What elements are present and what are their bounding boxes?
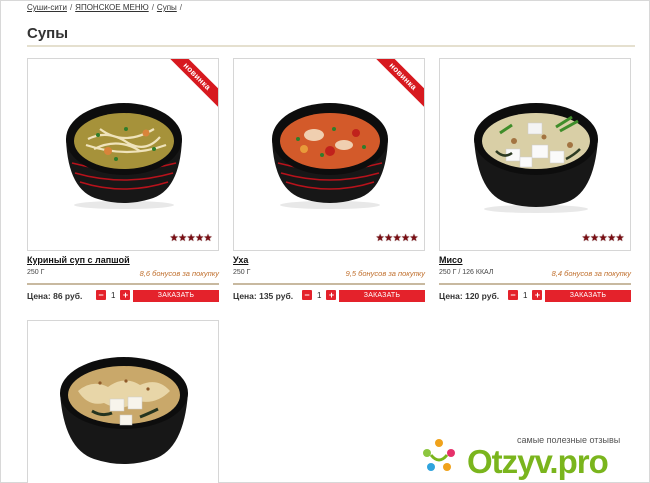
product-weight: 250 Г / 126 ККАЛ xyxy=(439,269,494,276)
quantity-stepper: − 1 + xyxy=(508,290,543,300)
breadcrumb-current-link[interactable]: Супы xyxy=(157,3,177,12)
quantity-stepper: − 1 + xyxy=(96,290,131,300)
otzyv-watermark: самые полезные отзывы Otzyv.pro xyxy=(419,429,650,483)
new-badge: новинка xyxy=(370,59,424,113)
qty-minus-button[interactable]: − xyxy=(302,290,312,300)
order-button[interactable]: ЗАКАЗАТЬ xyxy=(339,290,425,302)
product-card: новинка ★★★★★ Уха 250 Г 9,5 бонусов за п… xyxy=(233,58,425,302)
product-bonus: 9,5 бонусов за покупку xyxy=(345,269,425,278)
card-divider xyxy=(233,283,425,285)
product-bonus: 8,4 бонусов за покупку xyxy=(551,269,631,278)
product-card: ★★★★★ Мисо 250 Г / 126 ККАЛ 8,4 бонусов … xyxy=(439,58,631,302)
rating-stars[interactable]: ★★★★★ xyxy=(582,233,625,244)
qty-minus-button[interactable]: − xyxy=(96,290,106,300)
product-photo[interactable] xyxy=(27,320,219,483)
product-bonus: 8,6 бонусов за покупку xyxy=(139,269,219,278)
rating-stars[interactable]: ★★★★★ xyxy=(170,233,213,244)
otzyv-logo-icon xyxy=(423,439,455,471)
egg-soup-image xyxy=(60,357,188,464)
qty-plus-button[interactable]: + xyxy=(120,290,131,300)
order-button[interactable]: ЗАКАЗАТЬ xyxy=(133,290,219,302)
miso-soup-image xyxy=(474,103,598,213)
title-divider xyxy=(27,45,635,47)
breadcrumb-menu-link[interactable]: ЯПОНСКОЕ МЕНЮ xyxy=(75,3,149,12)
product-card xyxy=(27,320,219,483)
breadcrumb-separator: / xyxy=(179,3,183,12)
qty-value[interactable]: 1 xyxy=(111,291,115,300)
product-weight: 250 Г xyxy=(233,269,251,276)
watermark-brand: Otzyv.pro xyxy=(467,443,609,480)
qty-plus-button[interactable]: + xyxy=(326,290,337,300)
card-divider xyxy=(439,283,631,285)
qty-plus-button[interactable]: + xyxy=(532,290,543,300)
breadcrumb-separator: / xyxy=(69,3,73,12)
qty-value[interactable]: 1 xyxy=(523,291,527,300)
product-name-link[interactable]: Куриный суп с лапшой xyxy=(27,255,130,265)
new-badge: новинка xyxy=(164,59,218,113)
order-button[interactable]: ЗАКАЗАТЬ xyxy=(545,290,631,302)
product-photo[interactable]: новинка ★★★★★ xyxy=(233,58,425,251)
rating-stars[interactable]: ★★★★★ xyxy=(376,233,419,244)
quantity-stepper: − 1 + xyxy=(302,290,337,300)
qty-minus-button[interactable]: − xyxy=(508,290,518,300)
product-name-link[interactable]: Уха xyxy=(233,255,248,265)
new-badge-label: новинка xyxy=(370,59,424,110)
product-card: новинка ★★★★★ Куриный суп с лапшой 250 Г… xyxy=(27,58,219,302)
product-price: Цена: 86 руб. xyxy=(27,291,83,301)
page-title: Супы xyxy=(27,25,69,42)
card-divider xyxy=(27,283,219,285)
product-price: Цена: 135 руб. xyxy=(233,291,294,301)
product-price: Цена: 120 руб. xyxy=(439,291,500,301)
product-photo[interactable]: новинка ★★★★★ xyxy=(27,58,219,251)
product-name-link[interactable]: Мисо xyxy=(439,255,463,265)
page-frame: Суши-сити / ЯПОНСКОЕ МЕНЮ / Супы / Супы xyxy=(0,0,650,483)
qty-value[interactable]: 1 xyxy=(317,291,321,300)
breadcrumb-home-link[interactable]: Суши-сити xyxy=(27,3,67,12)
breadcrumb: Суши-сити / ЯПОНСКОЕ МЕНЮ / Супы / xyxy=(27,3,182,12)
breadcrumb-separator: / xyxy=(151,3,154,12)
product-photo[interactable]: ★★★★★ xyxy=(439,58,631,251)
new-badge-label: новинка xyxy=(164,59,218,110)
product-weight: 250 Г xyxy=(27,269,45,276)
